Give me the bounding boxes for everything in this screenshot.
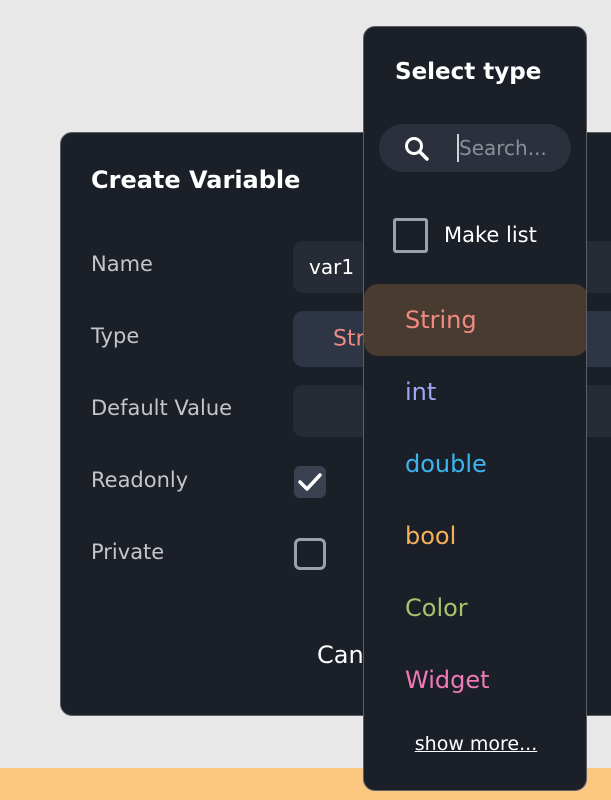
- name-label: Name: [91, 252, 153, 276]
- check-icon: [298, 473, 322, 491]
- make-list-checkbox[interactable]: [393, 218, 428, 253]
- default-value-label: Default Value: [91, 396, 233, 420]
- type-option-label: int: [405, 378, 437, 406]
- dialog-title: Create Variable: [91, 166, 301, 194]
- private-label: Private: [91, 540, 165, 564]
- readonly-label: Readonly: [91, 468, 189, 492]
- type-option-widget[interactable]: Widget: [364, 644, 586, 716]
- search-icon: [405, 137, 429, 161]
- page: Create Variable Name var1 Type String De…: [0, 0, 611, 800]
- search-bar[interactable]: [379, 124, 571, 172]
- make-list-label: Make list: [444, 223, 537, 247]
- type-option-label: bool: [405, 522, 457, 550]
- type-option-label: double: [405, 450, 487, 478]
- readonly-checkbox[interactable]: [294, 466, 326, 498]
- private-checkbox[interactable]: [294, 538, 326, 570]
- make-list-toggle[interactable]: Make list: [393, 218, 563, 254]
- type-option-double[interactable]: double: [364, 428, 586, 500]
- type-label: Type: [91, 324, 140, 348]
- type-option-string[interactable]: String: [364, 284, 586, 356]
- type-option-bool[interactable]: bool: [364, 500, 586, 572]
- type-option-int[interactable]: int: [364, 356, 586, 428]
- select-type-popup: Select type Make list String int double …: [363, 26, 587, 791]
- type-option-color[interactable]: Color: [364, 572, 586, 644]
- type-option-label: Widget: [405, 666, 490, 694]
- type-option-label: Color: [405, 594, 468, 622]
- name-value: var1: [309, 255, 355, 279]
- search-input[interactable]: [457, 134, 559, 162]
- show-more-link[interactable]: show more...: [364, 733, 586, 755]
- type-option-label: String: [405, 306, 477, 334]
- popup-title: Select type: [395, 59, 542, 85]
